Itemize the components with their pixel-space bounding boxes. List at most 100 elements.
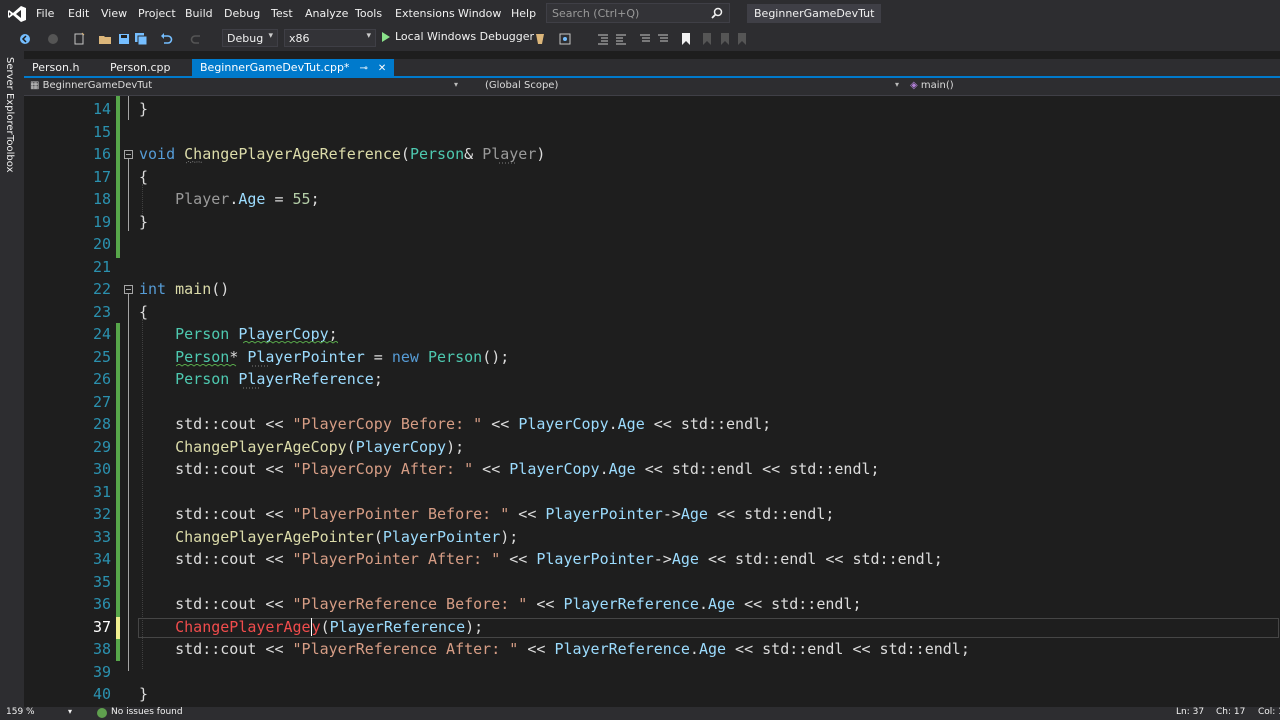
code-line: 34 std::cout << "PlayerPointer After: " …	[24, 548, 1280, 570]
code-line: 16 void ChangePlayerAgeReference(Person&…	[24, 143, 1280, 165]
search-box[interactable]: Search (Ctrl+Q)	[546, 3, 730, 23]
menu-test[interactable]: Test	[271, 7, 293, 20]
close-icon[interactable]: ✕	[378, 63, 386, 74]
search-placeholder: Search (Ctrl+Q)	[552, 7, 640, 20]
menu-edit[interactable]: Edit	[68, 7, 89, 20]
line-number: 38	[92, 640, 111, 658]
col-indicator: Col: 1	[1258, 707, 1280, 717]
platform-dropdown[interactable]: x86 ▾	[284, 29, 376, 47]
menu-window[interactable]: Window	[458, 7, 501, 20]
tab-beginnergamedevtut-cpp[interactable]: BeginnerGameDevTut.cpp* ⊸ ✕	[192, 59, 395, 76]
line-number: 30	[92, 460, 111, 478]
open-folder-icon[interactable]	[98, 32, 112, 46]
status-bar: 159 % ▾ No issues found Ln: 37 Ch: 17 Co…	[0, 707, 1280, 720]
save-icon[interactable]	[117, 32, 131, 46]
save-all-icon[interactable]	[134, 32, 148, 46]
issues-status[interactable]: No issues found	[111, 707, 183, 717]
code-text: }	[139, 213, 149, 231]
tab-person-h[interactable]: Person.h	[24, 59, 87, 76]
back-icon[interactable]	[18, 32, 32, 46]
line-number: 36	[92, 595, 111, 613]
hot-reload-icon[interactable]	[533, 32, 547, 46]
menu-extensions[interactable]: Extensions	[395, 7, 455, 20]
code-text: }	[139, 685, 149, 703]
line-number: 19	[92, 213, 111, 231]
code-text: std::cout << "PlayerReference Before: " …	[175, 595, 862, 613]
indent-icon[interactable]	[596, 32, 610, 46]
next-bookmark-icon[interactable]	[718, 32, 732, 46]
check-icon	[97, 708, 107, 718]
code-line: 40 }	[24, 683, 1280, 705]
line-number: 28	[92, 415, 111, 433]
line-number: 39	[92, 663, 111, 681]
code-text: }	[139, 100, 149, 118]
code-text: std::cout << "PlayerPointer After: " << …	[175, 550, 943, 568]
toolbar: Debug▾ x86▾ Local Windows Debugger▾	[0, 27, 1280, 51]
member-dropdown[interactable]: ◈ main()	[910, 80, 954, 91]
chevron-down-icon[interactable]: ▾	[895, 80, 899, 89]
redo-icon[interactable]	[190, 32, 204, 46]
line-number: 23	[92, 303, 111, 321]
line-number: 34	[92, 550, 111, 568]
tab-person-cpp[interactable]: Person.cpp	[102, 59, 178, 76]
code-text: std::cout << "PlayerPointer Before: " <<…	[175, 505, 835, 523]
line-number: 22	[92, 280, 111, 298]
menu-tools[interactable]: Tools	[355, 7, 382, 20]
code-line: 27	[24, 391, 1280, 413]
visual-studio-logo-icon[interactable]	[7, 5, 27, 23]
forward-icon[interactable]	[46, 32, 60, 46]
line-number: 25	[92, 348, 111, 366]
new-item-icon[interactable]	[72, 32, 86, 46]
code-text: std::cout << "PlayerReference After: " <…	[175, 640, 970, 658]
menu-view[interactable]: View	[101, 7, 127, 20]
menu-debug[interactable]: Debug	[224, 7, 260, 20]
zoom-level[interactable]: 159 %	[6, 707, 35, 717]
code-text: ChangePlayerAgeCopy(PlayerCopy);	[175, 438, 465, 456]
uncomment-icon[interactable]	[656, 32, 670, 46]
outdent-icon[interactable]	[614, 32, 628, 46]
line-number: 15	[92, 123, 111, 141]
menu-file[interactable]: File	[36, 7, 54, 20]
menu-bar: File Edit View Project Build Debug Test …	[0, 0, 1280, 27]
chevron-down-icon[interactable]: ▾	[454, 80, 458, 89]
tab-label: BeginnerGameDevTut.cpp*	[200, 61, 350, 74]
code-line: 23 {	[24, 301, 1280, 323]
menu-analyze[interactable]: Analyze	[305, 7, 348, 20]
code-line: 15	[24, 121, 1280, 143]
menu-build[interactable]: Build	[185, 7, 213, 20]
code-text: int main()	[139, 280, 230, 298]
configuration-dropdown[interactable]: Debug ▾	[222, 29, 278, 47]
suggestion-squiggle	[186, 161, 202, 164]
play-icon	[382, 32, 390, 42]
menu-project[interactable]: Project	[138, 7, 176, 20]
line-number: 26	[92, 370, 111, 388]
bookmark-icon[interactable]	[679, 32, 693, 46]
code-line: 20	[24, 233, 1280, 255]
code-editor[interactable]: 14 } 15 16 void ChangePlayerAgeReference…	[24, 96, 1280, 707]
code-line: 28 std::cout << "PlayerCopy Before: " <<…	[24, 413, 1280, 435]
char-indicator: Ch: 17	[1216, 707, 1246, 717]
chevron-down-icon[interactable]: ▾	[68, 707, 72, 716]
start-debugging-button[interactable]: Local Windows Debugger▾	[382, 30, 543, 48]
code-line: 33 ChangePlayerAgePointer(PlayerPointer)…	[24, 526, 1280, 548]
browse-icon[interactable]	[558, 32, 572, 46]
prev-bookmark-icon[interactable]	[700, 32, 714, 46]
clear-bookmarks-icon[interactable]	[735, 32, 749, 46]
code-text: Person PlayerReference;	[175, 370, 383, 388]
pin-icon[interactable]: ⊸	[359, 63, 367, 74]
server-explorer-tab[interactable]: Server Explorer	[4, 57, 15, 135]
menu-help[interactable]: Help	[511, 7, 536, 20]
line-number: 24	[92, 325, 111, 343]
undo-icon[interactable]	[159, 32, 173, 46]
code-line: 21	[24, 256, 1280, 278]
line-number: 21	[92, 258, 111, 276]
project-dropdown[interactable]: ▦ BeginnerGameDevTut	[30, 80, 152, 91]
code-text: std::cout << "PlayerCopy After: " << Pla…	[175, 460, 880, 478]
scope-dropdown[interactable]: (Global Scope)	[485, 80, 558, 91]
line-number: 35	[92, 573, 111, 591]
line-number: 31	[92, 483, 111, 501]
function-icon: ◈	[910, 80, 918, 91]
comment-icon[interactable]	[638, 32, 652, 46]
toolbox-tab[interactable]: Toolbox	[4, 135, 15, 173]
code-line: 24 Person PlayerCopy;	[24, 323, 1280, 345]
